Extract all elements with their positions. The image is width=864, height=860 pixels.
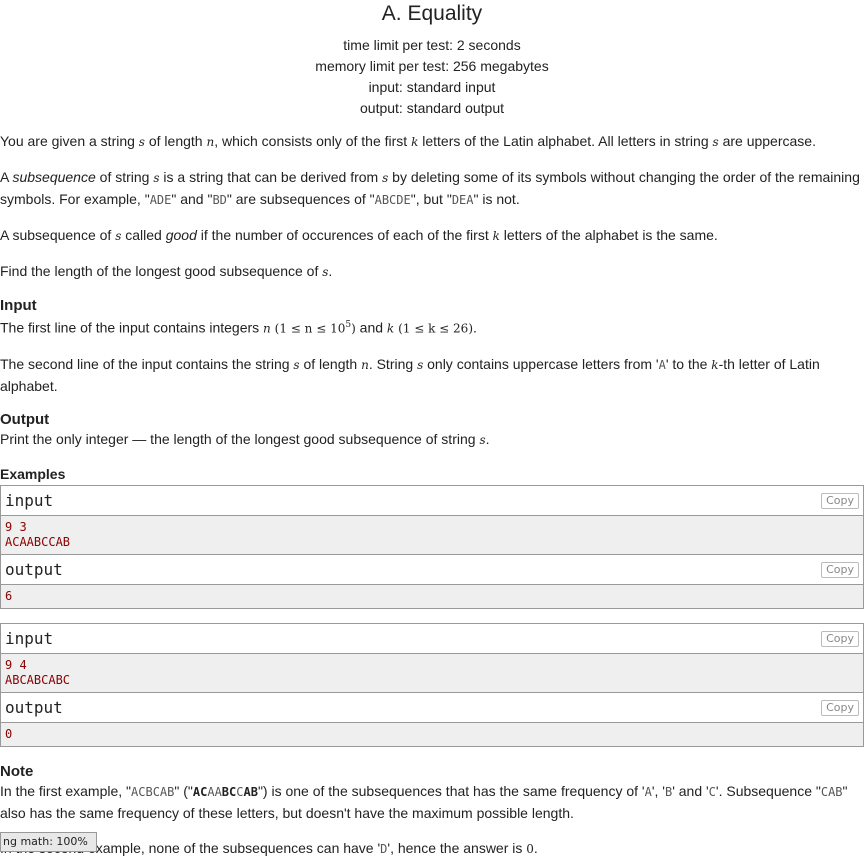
output-paragraph-1: Print the only integer — the length of t…: [0, 430, 490, 447]
example-output-line: 6: [5, 588, 13, 603]
memory-limit: memory limit per test: 256 megabytes: [315, 58, 549, 74]
example-output-header: output Copy: [1, 554, 863, 585]
problem-page: A. Equality time limit per test: 2 secon…: [0, 2, 864, 860]
examples-list: input Copy 9 3 ACAABCCAB output Copy 6 input Cop…: [0, 484, 864, 747]
copy-input-button[interactable]: Copy: [821, 492, 859, 509]
selected-letters: BC: [221, 784, 237, 799]
example-input-line: 9 3: [5, 519, 27, 534]
example-output-content: 0: [1, 722, 863, 746]
problem-limits: time limit per test: 2 seconds memory li…: [0, 35, 864, 119]
copy-output-button[interactable]: Copy: [821, 699, 859, 716]
example-input-header: input Copy: [1, 623, 863, 654]
note-title: Note: [0, 762, 34, 780]
example-output-header: output Copy: [1, 692, 863, 723]
example-2: input Copy 9 4 ABCABCABC output Copy 0: [0, 622, 864, 747]
input-section-title: Input: [0, 297, 37, 314]
time-limit: time limit per test: 2 seconds: [343, 37, 521, 53]
statement-paragraph-2: A subsequence of string s is a string th…: [0, 169, 860, 207]
statement-paragraph-4: Find the length of the longest good subs…: [0, 263, 333, 279]
input-file: input: standard input: [368, 79, 496, 95]
copy-output-button[interactable]: Copy: [821, 561, 859, 578]
example-output-line: 0: [5, 726, 13, 741]
example-output-content: 6: [1, 584, 863, 608]
example-input-line: 9 4: [5, 657, 27, 672]
example-input-content: 9 3 ACAABCCAB: [1, 515, 863, 555]
example-output-label: output: [5, 697, 63, 717]
example-input-label: input: [5, 628, 54, 648]
output-section-title: Output: [0, 410, 50, 428]
example-input-line: ABCABCABC: [5, 672, 71, 687]
example-output-label: output: [5, 559, 63, 579]
input-paragraph-1: The first line of the input contains int…: [0, 319, 477, 336]
skipped-letters: AA: [207, 784, 222, 799]
output-file: output: standard output: [360, 100, 504, 116]
problem-title: A. Equality: [381, 2, 483, 25]
example-1: input Copy 9 3 ACAABCCAB output Copy 6: [0, 484, 864, 609]
highlighted-subsequence: ACAABCCAB: [193, 785, 258, 799]
selected-letters: AB: [243, 784, 258, 799]
example-input-content: 9 4 ABCABCABC: [1, 653, 863, 693]
copy-input-button[interactable]: Copy: [821, 630, 859, 647]
math-processing-status: ng math: 100%: [0, 832, 97, 852]
example-input-label: input: [5, 490, 54, 510]
input-paragraph-2: The second line of the input contains th…: [0, 355, 820, 394]
note-paragraph-2: In the second example, none of the subse…: [0, 839, 538, 856]
examples-title: Examples: [0, 465, 66, 482]
example-input-line: ACAABCCAB: [5, 534, 71, 549]
note-paragraph-1: In the first example, "ACBCAB" ("ACAABCC…: [0, 782, 848, 821]
statement-paragraph-3: A subsequence of s called good if the nu…: [0, 227, 718, 243]
statement-paragraph-1: You are given a string s of length n, wh…: [0, 133, 816, 149]
example-input-header: input Copy: [1, 485, 863, 516]
selected-letters: AC: [192, 784, 208, 799]
